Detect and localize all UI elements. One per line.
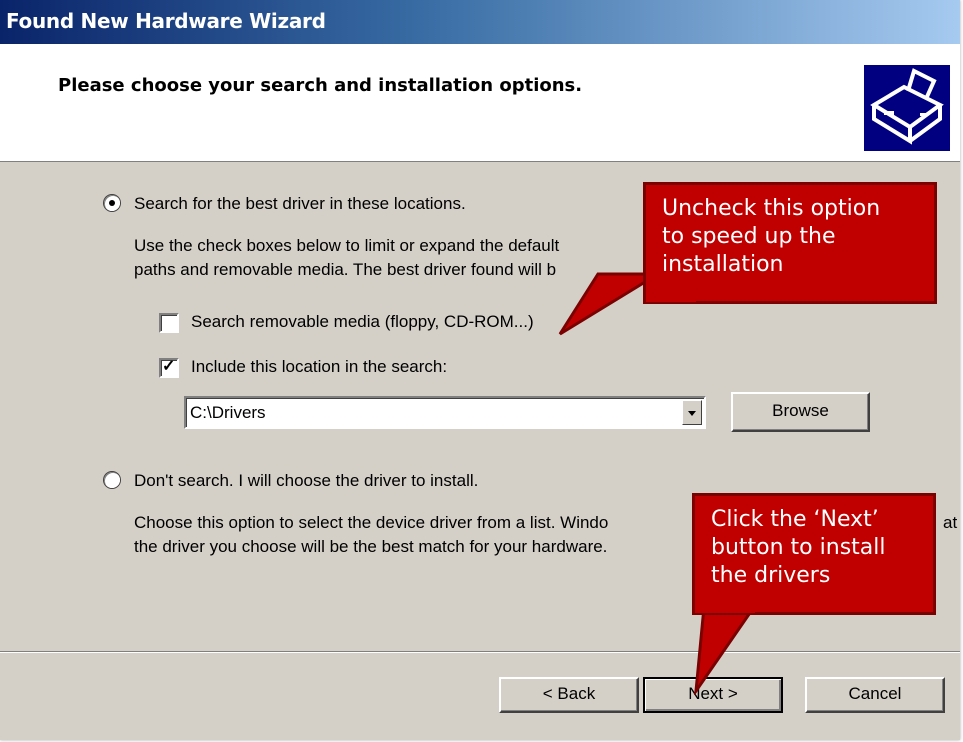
window-title: Found New Hardware Wizard	[6, 9, 326, 33]
search-best-label[interactable]: Search for the best driver in these loca…	[134, 194, 466, 214]
dont-search-description-1: Choose this option to select the device …	[134, 513, 609, 532]
location-path-combobox[interactable]: C:\Drivers	[184, 396, 706, 429]
back-button[interactable]: < Back	[499, 677, 639, 713]
search-best-description-2: paths and removable media. The best driv…	[134, 260, 557, 279]
uncheck-callout-line-2: to speed up the	[662, 224, 836, 249]
title-bar[interactable]: Found New Hardware Wizard	[0, 0, 960, 44]
next-callout-seam	[695, 608, 755, 613]
cancel-button[interactable]: Cancel	[805, 677, 945, 713]
checkmark-icon: ✓	[162, 358, 176, 375]
next-callout-line-3: the drivers	[711, 563, 831, 588]
dropdown-arrow-icon[interactable]	[682, 400, 702, 425]
wizard-window: Found New Hardware Wizard Please choose …	[0, 0, 960, 740]
next-callout-line-1: Click the ‘Next’	[711, 507, 879, 532]
search-best-radio[interactable]	[104, 195, 120, 211]
next-callout-pointer	[694, 605, 757, 695]
removable-media-label[interactable]: Search removable media (floppy, CD-ROM..…	[191, 312, 534, 332]
wizard-header: Please choose your search and installati…	[0, 44, 960, 162]
dont-search-radio[interactable]	[104, 472, 120, 488]
next-callout-line-2: button to install	[711, 535, 886, 560]
dont-search-description-1-tail: at	[943, 513, 958, 532]
uncheck-callout-line-3: installation	[662, 252, 784, 277]
dont-search-description-2: the driver you choose will be the best m…	[134, 537, 608, 556]
uncheck-callout: Uncheck this option to speed up the inst…	[643, 182, 937, 304]
search-best-description-1: Use the check boxes below to limit or ex…	[134, 236, 560, 255]
button-separator	[0, 651, 960, 653]
browse-button[interactable]: Browse	[731, 392, 870, 432]
removable-media-checkbox[interactable]	[159, 313, 179, 333]
uncheck-callout-line-1: Uncheck this option	[662, 196, 881, 221]
next-callout: Click the ‘Next’ button to install the d…	[692, 493, 936, 615]
dont-search-label[interactable]: Don't search. I will choose the driver t…	[134, 471, 478, 491]
include-location-checkbox[interactable]: ✓	[159, 358, 179, 378]
include-location-label[interactable]: Include this location in the search:	[191, 357, 447, 377]
radio-selected-dot	[109, 200, 115, 206]
uncheck-callout-seam	[646, 297, 696, 302]
location-path-value: C:\Drivers	[190, 403, 266, 422]
page-heading: Please choose your search and installati…	[58, 75, 583, 96]
hardware-wizard-icon	[864, 65, 950, 151]
